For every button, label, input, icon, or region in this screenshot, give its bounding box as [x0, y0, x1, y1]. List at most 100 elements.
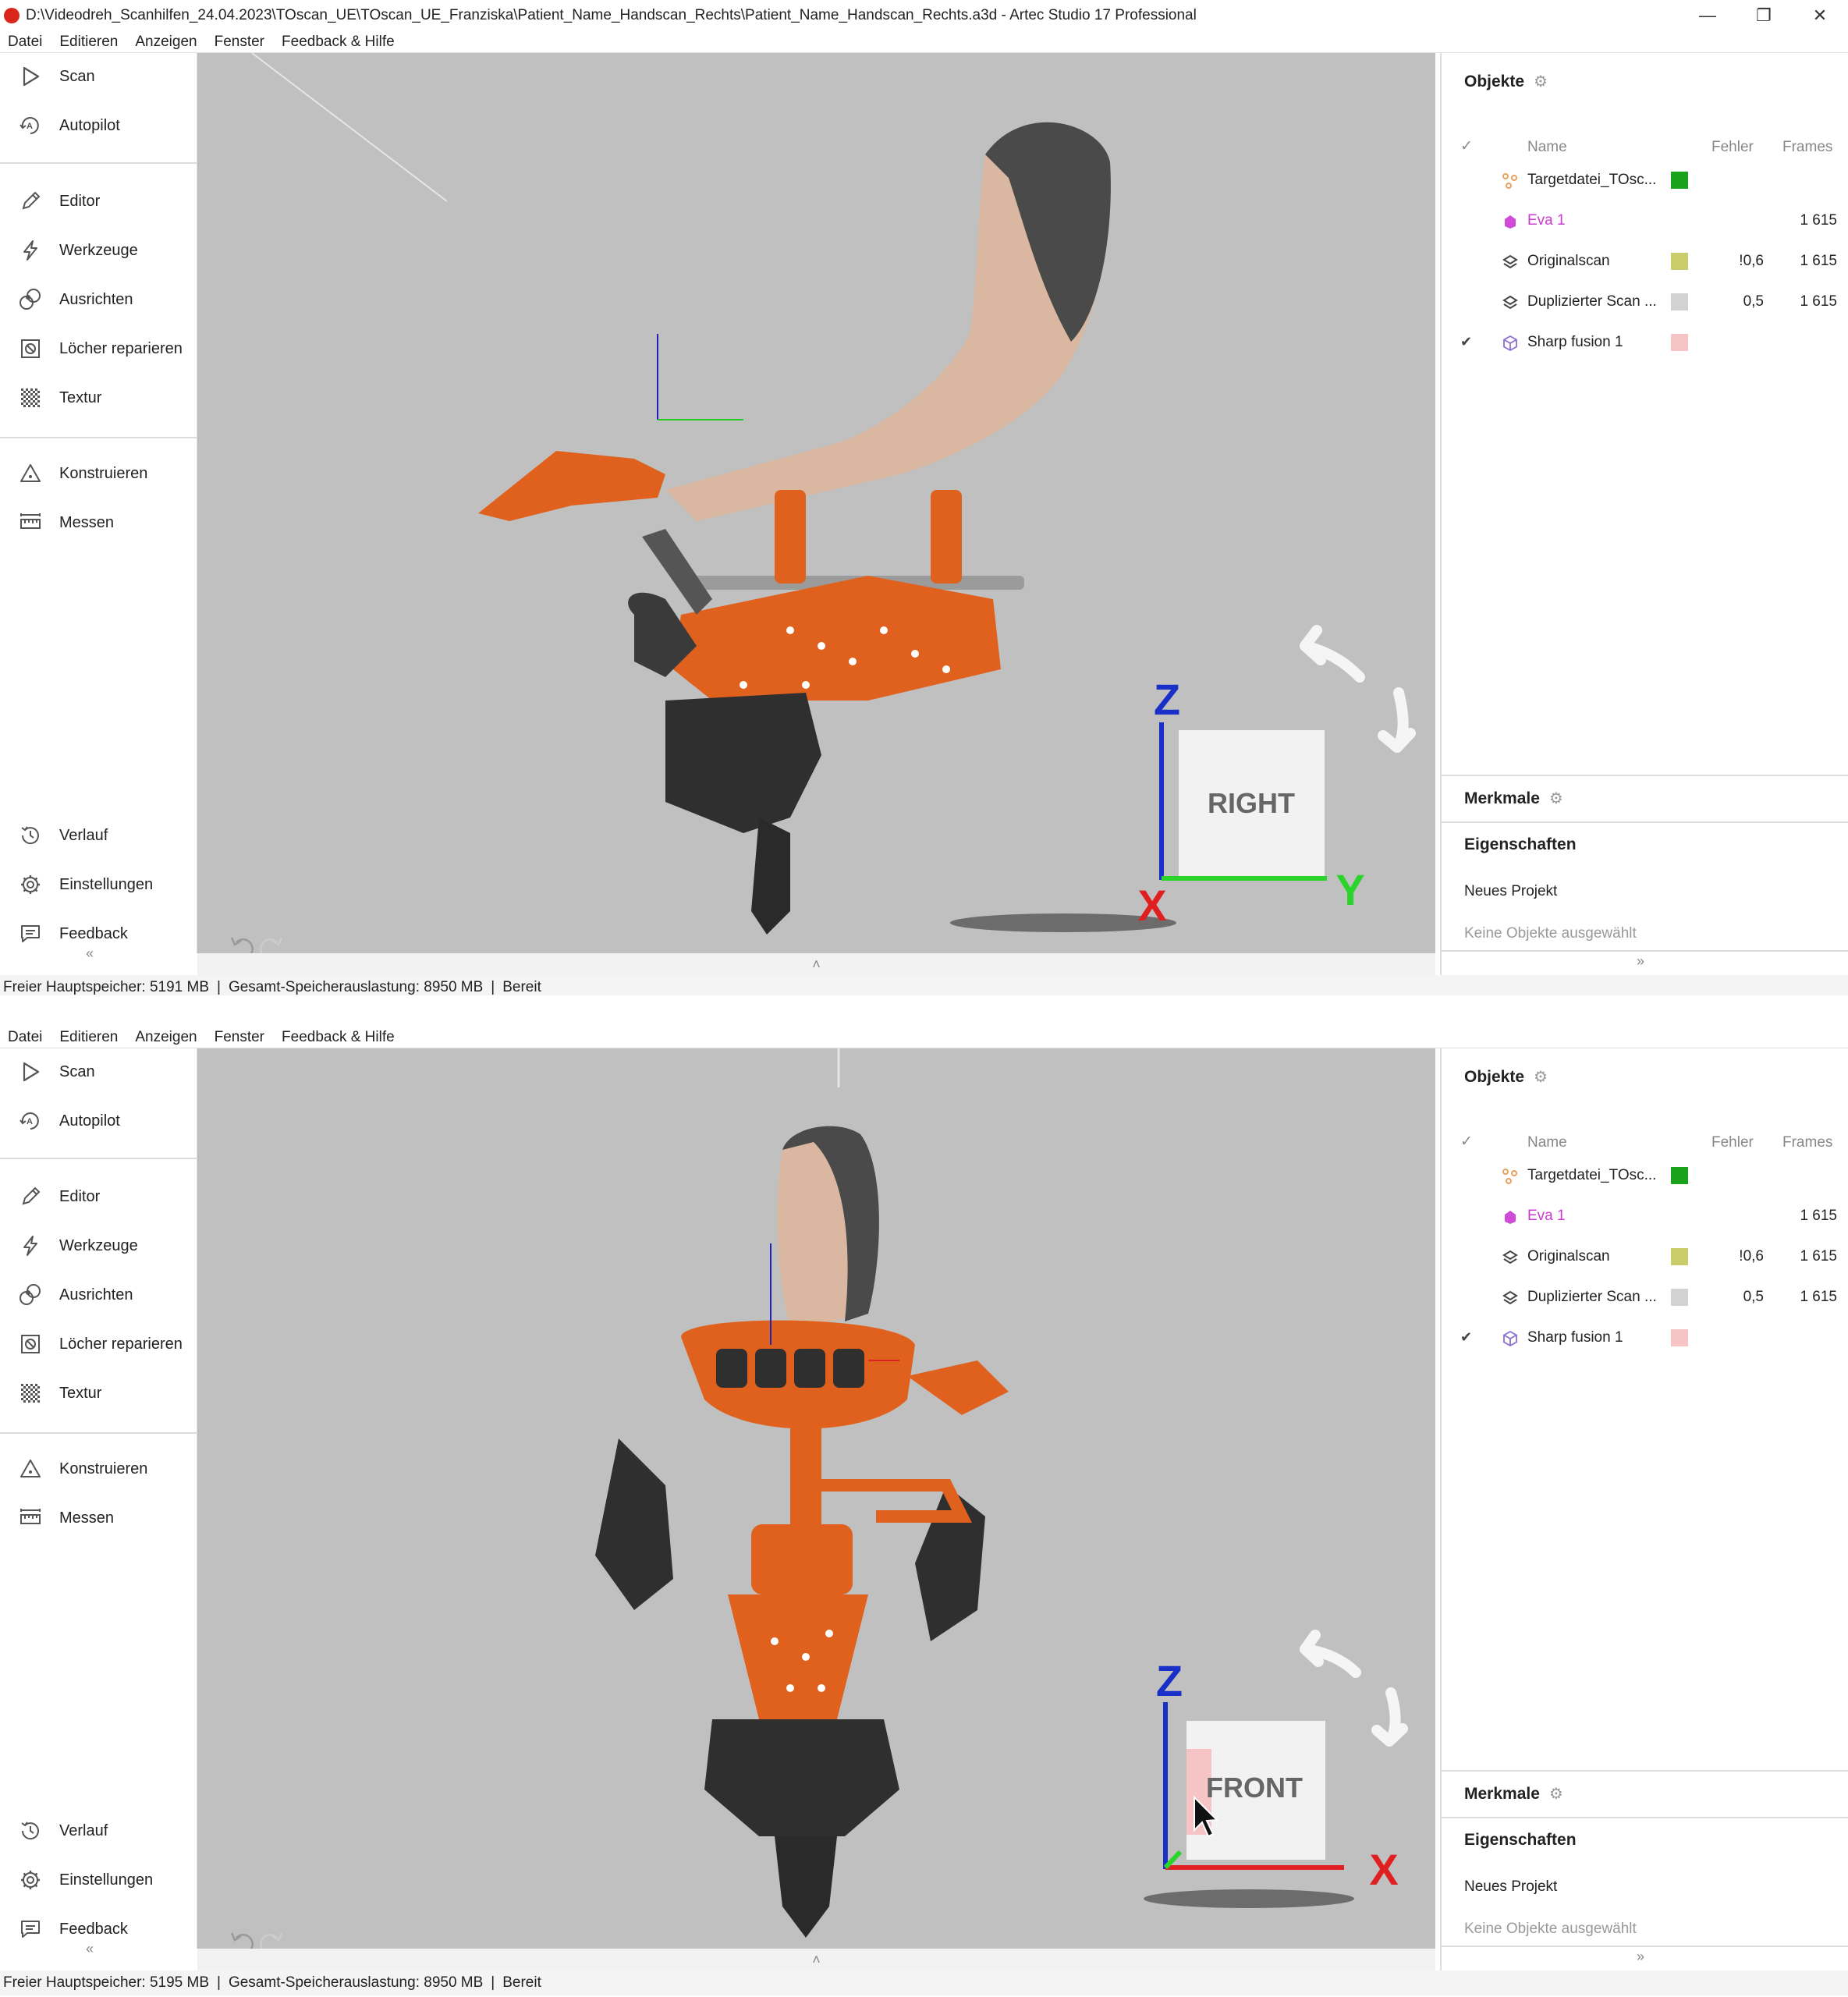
menu-fenster[interactable]: Fenster [215, 1029, 264, 1046]
object-row[interactable]: Duplizierter Scan ... 0,5 1 615 [1442, 282, 1848, 323]
color-swatch[interactable] [1671, 334, 1688, 351]
close-button[interactable]: ✕ [1792, 0, 1848, 31]
minimize-button[interactable]: — [1680, 0, 1736, 31]
merkmale-header[interactable]: Merkmale ⚙ [1464, 1784, 1563, 1804]
3d-viewport[interactable]: RIGHT Z Y X [197, 53, 1435, 953]
color-swatch[interactable] [1671, 1329, 1688, 1346]
collapse-up-button[interactable]: ˄ [812, 1952, 821, 1968]
column-name[interactable]: Name [1527, 139, 1567, 156]
object-name: Sharp fusion 1 [1527, 1329, 1623, 1346]
menu-feedback-hilfe[interactable]: Feedback & Hilfe [282, 1029, 395, 1046]
view-cube[interactable]: RIGHT Z Y X [950, 625, 1416, 932]
nav-textur[interactable]: Textur [0, 376, 197, 420]
nav-konstruieren[interactable]: Konstruieren [0, 1447, 197, 1491]
align-icon [17, 286, 44, 313]
gear-icon[interactable]: ⚙ [1534, 73, 1548, 90]
redo-icon[interactable] [260, 1932, 283, 1949]
3d-viewport[interactable]: FRONT Z X [197, 1048, 1435, 1949]
undo-icon[interactable] [230, 1932, 254, 1949]
nav-autopilot[interactable]: A Autopilot [0, 104, 197, 147]
gear-icon[interactable]: ⚙ [1549, 790, 1563, 807]
pencil-icon [17, 188, 44, 215]
collapse-left-button[interactable]: « [86, 945, 94, 962]
column-frames[interactable]: Frames [1782, 139, 1832, 156]
object-row[interactable]: ✔ Sharp fusion 1 [1442, 323, 1848, 364]
nav-textur[interactable]: Textur [0, 1371, 197, 1415]
nav-konstruieren[interactable]: Konstruieren [0, 452, 197, 495]
nav-loecher-reparieren[interactable]: Löcher reparieren [0, 1322, 197, 1366]
right-arm-rig [915, 1485, 985, 1641]
column-fehler[interactable]: Fehler [1711, 1134, 1754, 1151]
nav-ausrichten[interactable]: Ausrichten [0, 1273, 197, 1317]
targets-icon [1502, 173, 1517, 189]
nav-loecher-reparieren[interactable]: Löcher reparieren [0, 327, 197, 371]
nav-messen[interactable]: Messen [0, 1496, 197, 1540]
gear-icon[interactable]: ⚙ [1534, 1069, 1548, 1086]
tripod-head [665, 693, 821, 833]
screen-bottom: Datei Editieren Anzeigen Fenster Feedbac… [0, 1027, 1848, 1995]
nav-verlauf[interactable]: Verlauf [0, 814, 197, 857]
nav-scan[interactable]: Scan [0, 55, 197, 98]
nav-werkzeuge[interactable]: Werkzeuge [0, 1224, 197, 1268]
object-row[interactable]: Targetdatei_TOsc... [1442, 161, 1848, 201]
nav-einstellungen[interactable]: Einstellungen [0, 1858, 197, 1902]
object-row[interactable]: Eva 1 1 615 [1442, 201, 1848, 242]
menu-datei[interactable]: Datei [8, 1029, 42, 1046]
collapse-left-button[interactable]: « [86, 1941, 94, 1957]
collapse-right-button[interactable]: » [1637, 953, 1644, 970]
menu-datei[interactable]: Datei [8, 34, 42, 51]
object-name: Eva 1 [1527, 1208, 1566, 1224]
nav-verlauf[interactable]: Verlauf [0, 1809, 197, 1853]
object-row[interactable]: Originalscan !0,6 1 615 [1442, 1237, 1848, 1278]
undo-icon[interactable] [230, 937, 254, 953]
redo-icon[interactable] [260, 937, 283, 953]
free-memory: Freier Hauptspeicher: 5195 MB [3, 1974, 210, 1991]
object-row[interactable]: Targetdatei_TOsc... [1442, 1156, 1848, 1197]
lightning-icon [17, 237, 44, 264]
color-swatch[interactable] [1671, 1289, 1688, 1306]
hole-fill-icon [17, 335, 44, 362]
nav-feedback[interactable]: Feedback [0, 1907, 197, 1951]
visibility-check[interactable]: ✔ [1460, 1329, 1472, 1346]
merkmale-header[interactable]: Merkmale ⚙ [1464, 789, 1563, 808]
menu-fenster[interactable]: Fenster [215, 34, 264, 51]
nav-divider [0, 162, 197, 164]
menu-editieren[interactable]: Editieren [59, 1029, 118, 1046]
view-cube[interactable]: FRONT Z X [1144, 1630, 1408, 1908]
play-icon [17, 1059, 44, 1085]
object-name: Duplizierter Scan ... [1527, 1289, 1657, 1305]
collapse-up-button[interactable]: ˄ [812, 956, 821, 973]
scanner-icon [1505, 215, 1516, 229]
menu-editieren[interactable]: Editieren [59, 34, 118, 51]
color-swatch[interactable] [1671, 1167, 1688, 1184]
object-row[interactable]: ✔ Sharp fusion 1 [1442, 1318, 1848, 1359]
color-swatch[interactable] [1671, 1248, 1688, 1265]
object-row[interactable]: Originalscan !0,6 1 615 [1442, 242, 1848, 282]
color-swatch[interactable] [1671, 172, 1688, 189]
nav-feedback[interactable]: Feedback [0, 912, 197, 956]
nav-werkzeuge[interactable]: Werkzeuge [0, 229, 197, 272]
nav-autopilot[interactable]: A Autopilot [0, 1099, 197, 1143]
collapse-right-button[interactable]: » [1637, 1949, 1644, 1965]
menu-anzeigen[interactable]: Anzeigen [135, 1029, 197, 1046]
column-name[interactable]: Name [1527, 1134, 1567, 1151]
restore-button[interactable]: ❐ [1736, 0, 1792, 31]
nav-messen[interactable]: Messen [0, 501, 197, 544]
selection-status: Keine Objekte ausgewählt [1464, 1921, 1637, 1937]
visibility-check[interactable]: ✔ [1460, 334, 1472, 350]
hole-fill-icon [17, 1331, 44, 1357]
nav-einstellungen[interactable]: Einstellungen [0, 863, 197, 906]
nav-editor[interactable]: Editor [0, 1175, 197, 1218]
color-swatch[interactable] [1671, 253, 1688, 270]
color-swatch[interactable] [1671, 293, 1688, 310]
nav-editor[interactable]: Editor [0, 179, 197, 223]
nav-scan[interactable]: Scan [0, 1050, 197, 1094]
gear-icon[interactable]: ⚙ [1549, 1786, 1563, 1803]
column-fehler[interactable]: Fehler [1711, 139, 1754, 156]
menu-anzeigen[interactable]: Anzeigen [135, 34, 197, 51]
object-row[interactable]: Eva 1 1 615 [1442, 1197, 1848, 1237]
nav-ausrichten[interactable]: Ausrichten [0, 278, 197, 321]
column-frames[interactable]: Frames [1782, 1134, 1832, 1151]
object-row[interactable]: Duplizierter Scan ... 0,5 1 615 [1442, 1278, 1848, 1318]
menu-feedback-hilfe[interactable]: Feedback & Hilfe [282, 34, 395, 51]
